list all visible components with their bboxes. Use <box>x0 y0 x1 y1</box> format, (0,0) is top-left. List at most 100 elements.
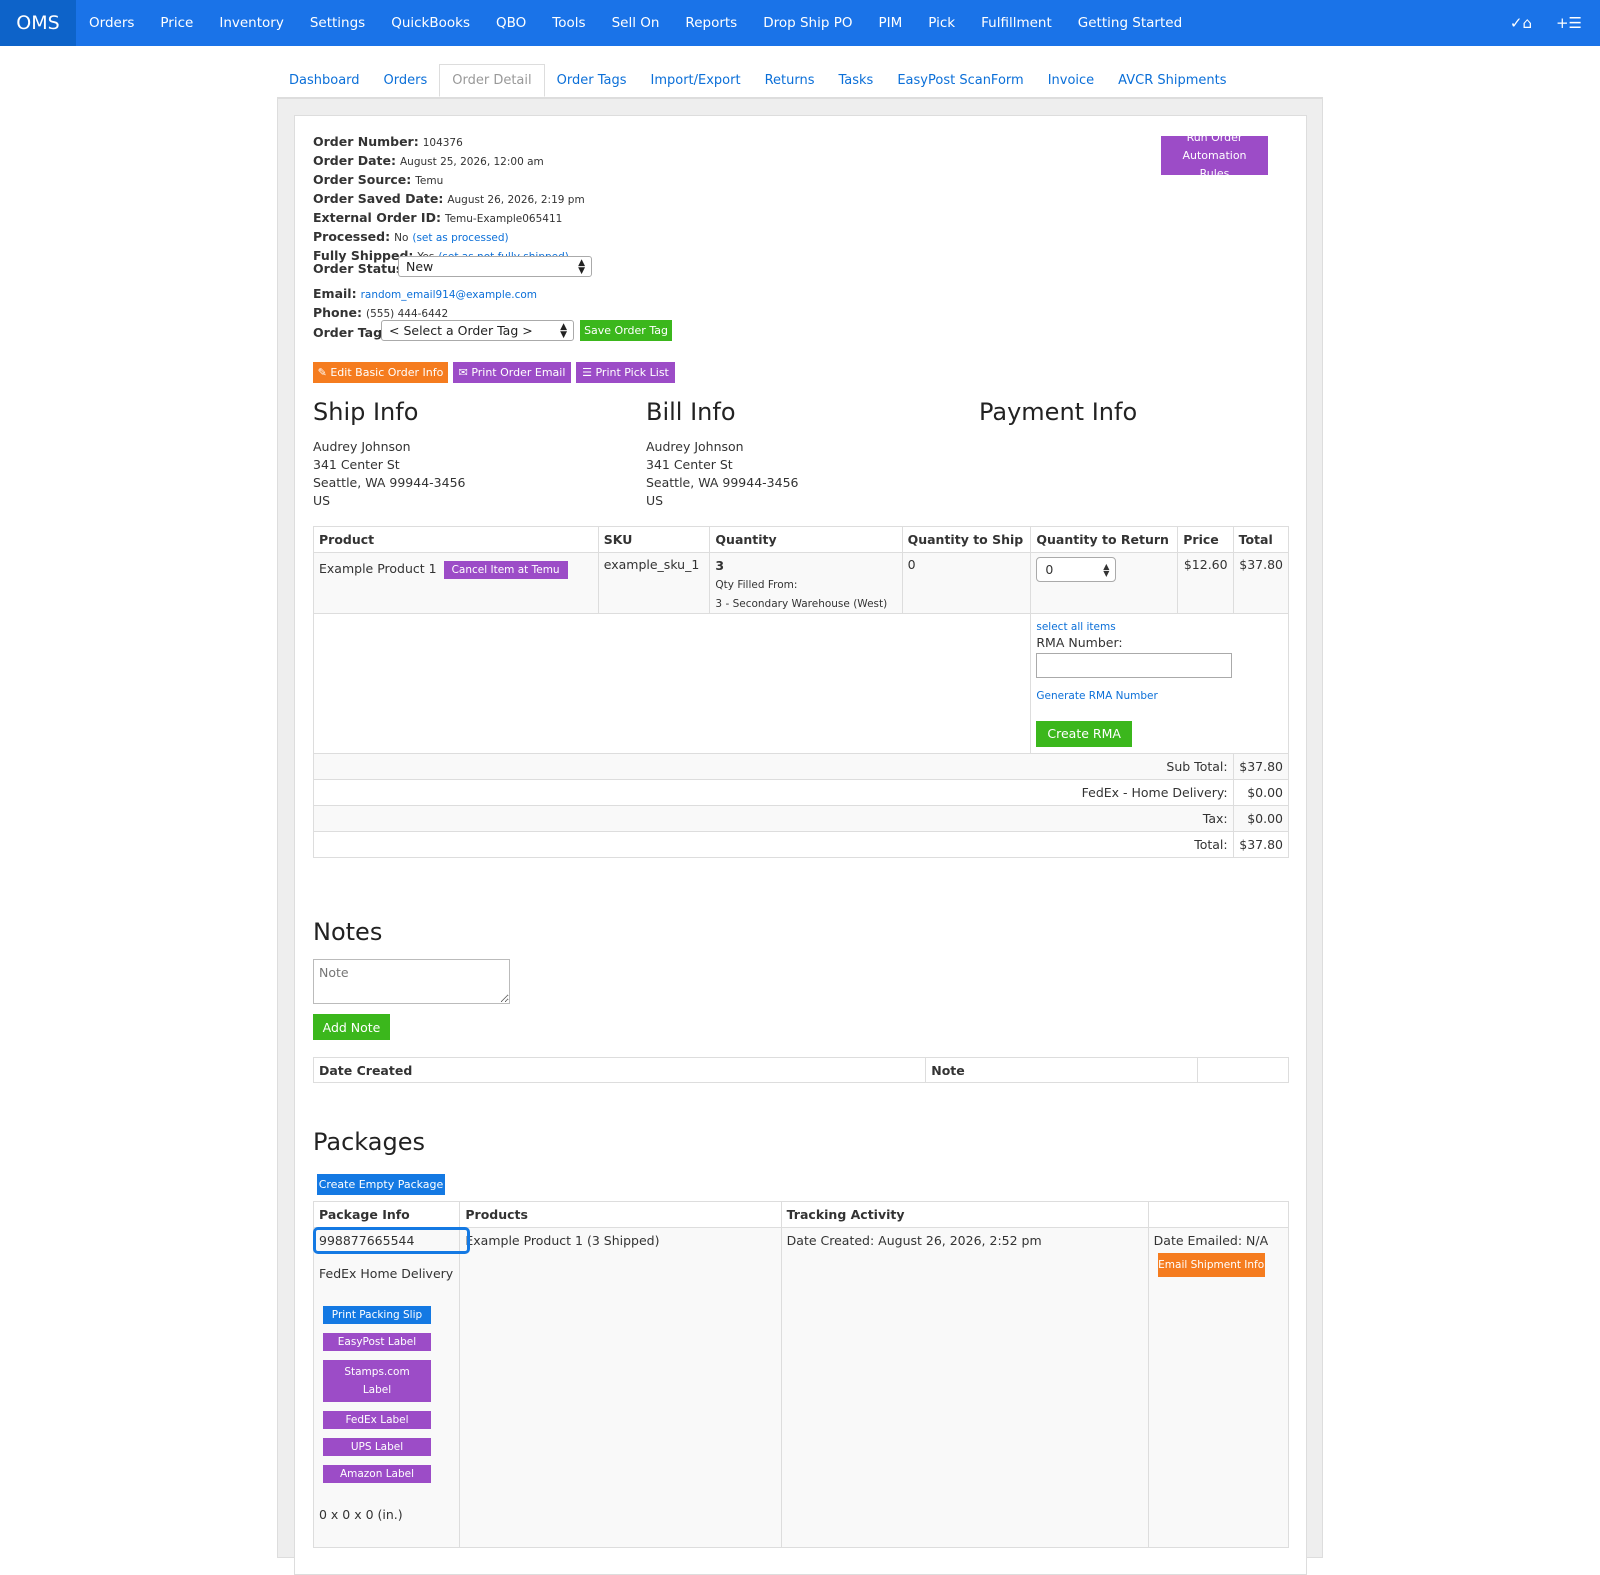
col-qty-to-return: Quantity to Return <box>1030 526 1179 553</box>
print-packing-slip-button[interactable]: Print Packing Slip <box>323 1306 431 1324</box>
order-card: Order Number: 104376 Order Date: August … <box>294 115 1307 1575</box>
tab-import-export[interactable]: Import/Export <box>638 64 752 97</box>
qty-return-value: 0 <box>1045 562 1054 577</box>
cell-tracking: Date Created: August 26, 2026, 2:52 pm <box>780 1227 1149 1548</box>
rma-cell: select all items RMA Number: Generate RM… <box>1030 613 1289 754</box>
tab-order-tags[interactable]: Order Tags <box>545 64 639 97</box>
total-value: $37.80 <box>1232 831 1290 858</box>
tab-order-detail[interactable]: Order Detail <box>439 64 545 97</box>
col-product: Product <box>313 526 599 553</box>
envelope-icon: ✉ <box>458 366 472 379</box>
stamps-label-button[interactable]: Stamps.com Label <box>323 1360 431 1402</box>
nav-right-icons: ✓⌂ +☰ <box>1510 0 1582 46</box>
select-all-items-link[interactable]: select all items <box>1036 619 1283 635</box>
status-label: Order Status: <box>313 261 409 276</box>
top-nav: OMS Orders Price Inventory Settings Quic… <box>0 0 1600 46</box>
label: External Order ID: <box>313 210 441 225</box>
cell-qty-to-return: 0 ▲ ▼ <box>1030 552 1179 614</box>
ups-label-button[interactable]: UPS Label <box>323 1438 431 1456</box>
tab-easypost-scanform[interactable]: EasyPost ScanForm <box>885 64 1035 97</box>
subtotal-row: Sub Total: $37.80 <box>313 753 1290 780</box>
ship-country: US <box>313 493 331 508</box>
total-label: Total: <box>313 831 1234 858</box>
set-processed-link[interactable]: (set as processed) <box>412 232 508 244</box>
order-date: August 25, 2026, 12:00 am <box>399 156 544 168</box>
col-note: Note <box>925 1057 1198 1083</box>
nav-settings[interactable]: Settings <box>297 0 378 46</box>
qty-filled-label: Qty Filled From: <box>715 579 798 591</box>
print-order-email-button[interactable]: ✉ Print Order Email <box>453 362 571 383</box>
col-price: Price <box>1177 526 1234 553</box>
processed-value: No <box>394 232 409 244</box>
label: Email: <box>313 286 357 301</box>
run-automation-rules-button[interactable]: Run Order Automation Rules <box>1161 131 1268 180</box>
nav-drop-ship-po[interactable]: Drop Ship PO <box>750 0 865 46</box>
generate-rma-link[interactable]: Generate RMA Number <box>1036 688 1283 704</box>
add-list-icon[interactable]: +☰ <box>1556 14 1582 32</box>
tax-label: Tax: <box>313 805 1234 832</box>
nav-sell-on[interactable]: Sell On <box>599 0 673 46</box>
nav-qbo[interactable]: QBO <box>483 0 539 46</box>
amazon-label-button[interactable]: Amazon Label <box>323 1465 431 1483</box>
nav-pim[interactable]: PIM <box>866 0 916 46</box>
date-emailed: Date Emailed: N/A <box>1153 1233 1269 1248</box>
easypost-label-button[interactable]: EasyPost Label <box>323 1333 431 1351</box>
rma-number-input[interactable] <box>1036 653 1233 678</box>
tab-dashboard[interactable]: Dashboard <box>277 64 372 97</box>
ship-name: Audrey Johnson <box>313 439 411 454</box>
cell-price: $12.60 <box>1177 552 1234 614</box>
nav-price[interactable]: Price <box>147 0 206 46</box>
order-tag-select[interactable]: < Select a Order Tag > ▲ ▼ <box>381 320 574 341</box>
edit-basic-order-info-button[interactable]: ✎ Edit Basic Order Info <box>313 362 448 383</box>
nav-quickbooks[interactable]: QuickBooks <box>378 0 483 46</box>
order-tag-value: < Select a Order Tag > <box>389 323 533 338</box>
tab-avcr-shipments[interactable]: AVCR Shipments <box>1106 64 1238 97</box>
nav-pick[interactable]: Pick <box>915 0 968 46</box>
nav-getting-started[interactable]: Getting Started <box>1065 0 1195 46</box>
cell-email: Date Emailed: N/A Email Shipment Info <box>1147 1227 1290 1548</box>
print-pick-list-button[interactable]: ☰ Print Pick List <box>576 362 675 383</box>
note-textarea[interactable] <box>313 959 510 1004</box>
qty-return-stepper[interactable]: 0 ▲ ▼ <box>1036 557 1117 582</box>
order-source: Temu <box>415 175 444 187</box>
label: Order Date: <box>313 153 396 168</box>
pencil-icon: ✎ <box>317 366 331 379</box>
brand-logo[interactable]: OMS <box>0 0 76 46</box>
total-row: Total: $37.80 <box>313 831 1290 858</box>
tab-orders[interactable]: Orders <box>372 64 440 97</box>
add-note-button[interactable]: Add Note <box>313 1014 390 1040</box>
empty-cell <box>312 613 1032 754</box>
cancel-item-button[interactable]: Cancel Item at Temu <box>443 561 568 579</box>
fedex-label-button[interactable]: FedEx Label <box>323 1411 431 1429</box>
nav-inventory[interactable]: Inventory <box>206 0 296 46</box>
cell-package-info: 998877665544 FedEx Home Delivery Print P… <box>312 1227 461 1548</box>
bill-info-title: Bill Info <box>646 398 736 426</box>
phone-value: (555) 444-6442 <box>366 308 449 320</box>
col-package-info: Package Info <box>312 1201 461 1228</box>
subtotal-label: Sub Total: <box>313 753 1234 780</box>
table-row: Example Product 1 Cancel Item at Temu ex… <box>313 552 1290 614</box>
nav-reports[interactable]: Reports <box>672 0 750 46</box>
nav-orders[interactable]: Orders <box>76 0 147 46</box>
bill-street: 341 Center St <box>646 457 733 472</box>
tab-invoice[interactable]: Invoice <box>1036 64 1106 97</box>
qty-warehouse: 3 - Secondary Warehouse (West) <box>715 598 888 610</box>
create-empty-package-button[interactable]: Create Empty Package <box>317 1174 445 1195</box>
order-status-select[interactable]: New ▲ ▼ <box>398 256 592 277</box>
nav-fulfillment[interactable]: Fulfillment <box>968 0 1065 46</box>
ship-info-title: Ship Info <box>313 398 419 426</box>
email-shipment-info-button[interactable]: Email Shipment Info <box>1157 1253 1265 1277</box>
tab-tasks[interactable]: Tasks <box>827 64 886 97</box>
order-status-value: New <box>406 259 434 274</box>
email-link[interactable]: random_email914@example.com <box>361 289 537 301</box>
bill-name: Audrey Johnson <box>646 439 744 454</box>
check-home-icon[interactable]: ✓⌂ <box>1510 14 1532 32</box>
create-rma-button[interactable]: Create RMA <box>1036 721 1132 747</box>
nav-tools[interactable]: Tools <box>539 0 598 46</box>
cell-quantity: 3 Qty Filled From: 3 - Secondary Warehou… <box>709 552 903 614</box>
product-name: Example Product 1 <box>319 561 437 576</box>
tab-returns[interactable]: Returns <box>753 64 827 97</box>
save-order-tag-button[interactable]: Save Order Tag <box>580 320 672 341</box>
col-tracking-activity: Tracking Activity <box>780 1201 1149 1228</box>
list-icon: ☰ <box>582 366 596 379</box>
